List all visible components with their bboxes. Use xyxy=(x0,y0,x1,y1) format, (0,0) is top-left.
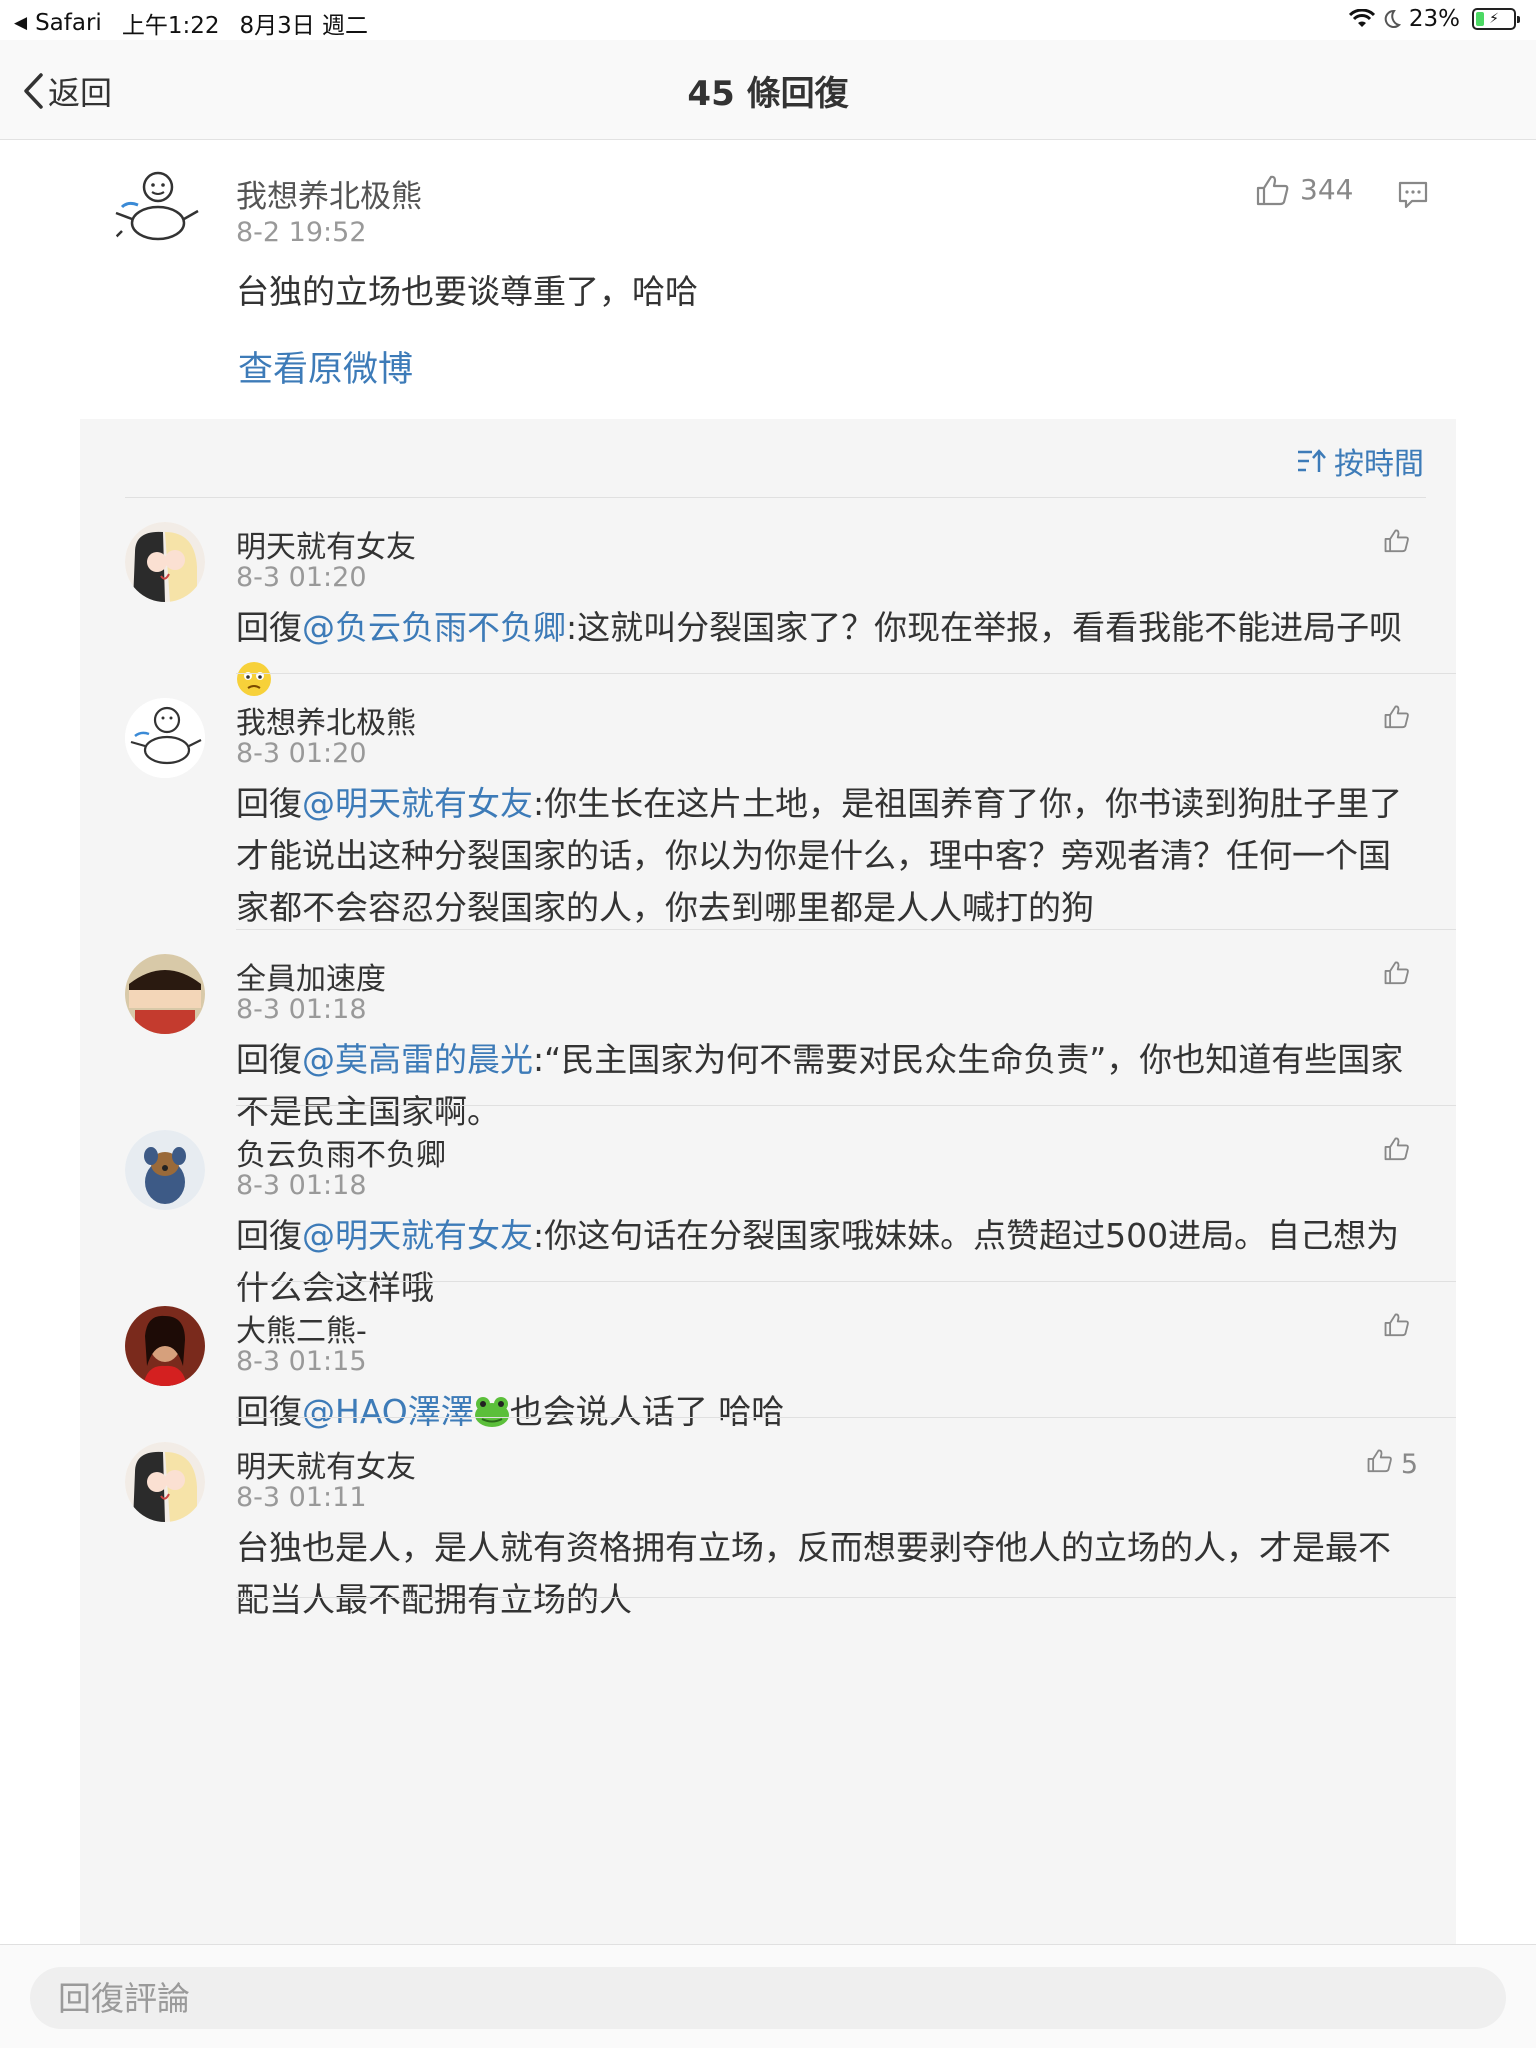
replies-panel: 按時間 明天就有女友 8-3 01:20 回復@负云负雨不负卿:这就叫分裂国家了？你… xyxy=(80,419,1456,1944)
reply-user[interactable]: 全員加速度 xyxy=(236,954,386,998)
reply-content: 回復@明天就有女友:你生长在这片土地，是祖国养育了你，你书读到狗肚子里了才能说出… xyxy=(236,778,1416,934)
reply-text: 台独也是人，是人就有资格拥有立场，反而想要剥夺他人的立场的人，才是最不配当人最不… xyxy=(236,1528,1391,1619)
view-original-link[interactable]: 查看原微博 xyxy=(238,341,413,392)
reply-item[interactable]: 负云负雨不负卿 8-3 01:18 回復@明天就有女友:你这句话在分裂国家哦妹妹。点… xyxy=(80,1106,1456,1307)
sort-by-time-button[interactable]: 按時間 xyxy=(1296,439,1424,483)
like-button[interactable]: 5 xyxy=(1367,1448,1418,1480)
reply-user[interactable]: 大熊二熊- xyxy=(236,1306,367,1350)
reply-user[interactable]: 我想养北极熊 xyxy=(236,698,416,742)
nav-bar: 返回 45 條回復 xyxy=(0,40,1536,140)
reply-item[interactable]: 大熊二熊- 8-3 01:15 回復@HAO澤澤 也会说人话了 哈哈 xyxy=(80,1282,1456,1431)
sort-icon xyxy=(1298,449,1326,472)
like-button[interactable] xyxy=(1384,704,1418,736)
reply-prefix: 回復 xyxy=(236,608,302,647)
reply-user[interactable]: 明天就有女友 xyxy=(236,1442,416,1486)
reply-item[interactable]: 明天就有女友 8-3 01:11 5 台独也是人，是人就有资格拥有立场，反而想要剥夺他… xyxy=(80,1418,1456,1619)
like-button[interactable] xyxy=(1384,1136,1418,1168)
page-title: 45 條回復 xyxy=(687,74,849,114)
thumbs-up-icon xyxy=(1384,1136,1410,1168)
avatar-dog-icon[interactable] xyxy=(125,1130,205,1210)
bottom-reply-bar xyxy=(0,1944,1536,2048)
reply-prefix: 回復 xyxy=(236,1040,302,1079)
reply-comment-icon[interactable] xyxy=(1398,181,1428,213)
avatar-polar-bear-icon[interactable] xyxy=(125,698,205,778)
like-button[interactable] xyxy=(1384,528,1418,560)
mention-link[interactable]: @负云负雨不负卿 xyxy=(302,608,566,647)
avatar-girls-icon[interactable] xyxy=(125,522,205,602)
moon-icon xyxy=(1384,9,1401,28)
battery-icon: ⚡ xyxy=(1472,8,1520,30)
status-bar: ◀ Safari 上午1:22 8月3日 週二 23% ⚡ xyxy=(0,0,1536,40)
main-comment-time: 8-2 19:52 xyxy=(236,217,367,248)
reply-time: 8-3 01:18 xyxy=(236,1170,367,1201)
thumbs-up-icon xyxy=(1384,960,1410,992)
polar-bear-avatar-icon xyxy=(108,161,204,257)
mention-link[interactable]: @明天就有女友 xyxy=(302,1216,533,1255)
reply-content: 台独也是人，是人就有资格拥有立场，反而想要剥夺他人的立场的人，才是最不配当人最不… xyxy=(236,1522,1416,1626)
avatar[interactable] xyxy=(108,161,204,257)
reply-time: 8-3 01:15 xyxy=(236,1346,367,1377)
main-comment: 我想养北极熊 8-2 19:52 344 台独的立场也要谈尊重了，哈哈 查看原微… xyxy=(0,141,1536,419)
status-date: 8月3日 週二 xyxy=(239,13,369,39)
reply-time: 8-3 01:20 xyxy=(236,562,367,593)
status-app-name[interactable]: Safari xyxy=(35,10,102,36)
thumbs-up-icon xyxy=(1367,1448,1393,1480)
main-comment-user[interactable]: 我想养北极熊 xyxy=(236,171,422,216)
divider xyxy=(236,1597,1456,1598)
reply-time: 8-3 01:11 xyxy=(236,1482,367,1513)
reply-comment-input[interactable] xyxy=(30,1967,1506,2029)
main-comment-text: 台独的立场也要谈尊重了，哈哈 xyxy=(236,272,698,311)
thumbs-up-icon xyxy=(1256,175,1289,205)
reply-user[interactable]: 明天就有女友 xyxy=(236,522,416,566)
reply-time: 8-3 01:20 xyxy=(236,738,367,769)
like-count: 5 xyxy=(1400,1448,1418,1480)
back-to-app-icon[interactable]: ◀ xyxy=(14,13,27,33)
reply-user[interactable]: 负云负雨不负卿 xyxy=(236,1130,446,1174)
mention-link[interactable]: @莫高雷的晨光 xyxy=(302,1040,533,1079)
sort-label: 按時間 xyxy=(1334,447,1424,482)
thumbs-up-icon xyxy=(1384,704,1410,736)
mention-link[interactable]: @明天就有女友 xyxy=(302,784,533,823)
main-like-count: 344 xyxy=(1300,173,1354,206)
avatar-woman-icon[interactable] xyxy=(125,1306,205,1386)
reply-time: 8-3 01:18 xyxy=(236,994,367,1025)
reply-item[interactable]: 全員加速度 8-3 01:18 回復@莫高雷的晨光:“民主国家为何不需要对民众生命负… xyxy=(80,930,1456,1131)
like-button[interactable] xyxy=(1384,1312,1418,1344)
avatar-cartoon-icon[interactable] xyxy=(125,954,205,1034)
status-time: 上午1:22 xyxy=(121,13,220,39)
thumbs-up-icon xyxy=(1384,528,1410,560)
like-button[interactable] xyxy=(1384,960,1418,992)
reply-item[interactable]: 明天就有女友 8-3 01:20 回復@负云负雨不负卿:这就叫分裂国家了？你现在举报… xyxy=(80,498,1456,696)
reply-text: :这就叫分裂国家了？你现在举报，看看我能不能进局子呗 xyxy=(566,608,1403,647)
main-like-button[interactable]: 344 xyxy=(1256,173,1353,206)
wifi-icon xyxy=(1348,9,1375,27)
reply-item[interactable]: 我想养北极熊 8-3 01:20 回復@明天就有女友:你生长在这片土地，是祖国养育了… xyxy=(80,674,1456,930)
reply-prefix: 回復 xyxy=(236,1216,302,1255)
thumbs-up-icon xyxy=(1384,1312,1410,1344)
reply-prefix: 回復 xyxy=(236,784,302,823)
battery-percent: 23% xyxy=(1408,6,1460,32)
avatar-girls-icon[interactable] xyxy=(125,1442,205,1522)
